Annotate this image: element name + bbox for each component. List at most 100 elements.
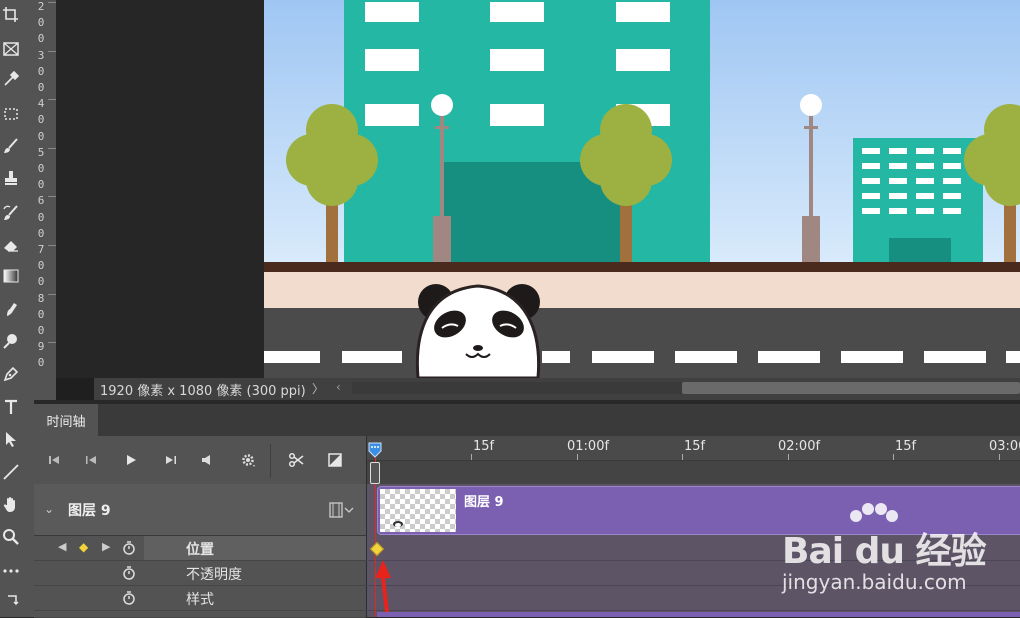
history-brush-icon[interactable]	[0, 200, 22, 226]
ruler-number: 0	[37, 324, 45, 337]
settings-gear-icon[interactable]	[237, 450, 259, 470]
line-icon[interactable]	[0, 459, 22, 485]
pen-icon[interactable]	[0, 361, 22, 387]
work-area-start-handle[interactable]	[370, 462, 380, 484]
scroll-left-arrow[interactable]: ‹	[336, 380, 341, 394]
horizontal-scrollbar[interactable]	[352, 382, 1020, 394]
watermark-url: jingyan.baidu.com	[782, 570, 967, 594]
tick-mark	[471, 454, 472, 460]
next-frame-icon[interactable]	[160, 450, 182, 470]
property-label: 样式	[186, 592, 214, 608]
ruler-number: 0	[37, 259, 45, 273]
timeline-ruler[interactable]: 15f 01:00f 15f 02:00f 15f 03:00	[366, 436, 1020, 484]
time-scale[interactable]: 15f 01:00f 15f 02:00f 15f 03:00	[367, 436, 1020, 461]
marquee-icon[interactable]	[0, 101, 22, 127]
zoom-icon[interactable]	[0, 524, 22, 550]
ruler-number: 6	[37, 194, 45, 208]
ruler-number: 0	[37, 307, 45, 321]
tick-label: 15f	[473, 439, 495, 454]
ruler-tick	[48, 293, 56, 295]
property-row-style[interactable]: 样式	[34, 586, 366, 611]
ruler-tick	[48, 50, 56, 52]
status-menu-arrow[interactable]: 〉	[312, 380, 324, 397]
split-scissors-icon[interactable]	[284, 450, 308, 470]
controls-divider	[270, 444, 271, 478]
path-select-icon[interactable]	[0, 426, 22, 452]
property-label: 位置	[186, 542, 214, 558]
property-label: 不透明度	[186, 567, 242, 583]
tab-timeline[interactable]: 时间轴	[34, 404, 98, 436]
brush-icon[interactable]	[0, 133, 22, 159]
crop-icon[interactable]	[0, 2, 22, 28]
baidu-watermark: Bai du 经验 jingyan.baidu.com	[782, 502, 1018, 598]
ruler-number: 0	[37, 162, 45, 175]
swap-icon[interactable]	[2, 588, 24, 614]
ruler-number: 4	[37, 97, 45, 111]
playhead-handle-icon[interactable]	[368, 442, 382, 458]
previous-frame-icon[interactable]	[80, 450, 102, 470]
ruler-number: 5	[37, 145, 45, 159]
more-icon[interactable]	[0, 558, 22, 584]
next-clip[interactable]	[377, 612, 1020, 617]
property-row-opacity[interactable]: 不透明度	[34, 561, 366, 586]
property-row-position[interactable]: ◀ ◆ ▶ 位置	[34, 536, 366, 561]
ruler-tick	[48, 99, 56, 101]
gradient-icon[interactable]	[0, 263, 22, 289]
tick-mark	[788, 454, 789, 460]
stamp-icon[interactable]	[0, 165, 22, 191]
ruler-tick	[48, 196, 56, 198]
tick-label: 03:00	[989, 439, 1020, 454]
zoom-field[interactable]	[56, 378, 94, 400]
tools-panel	[0, 0, 35, 617]
tick-mark	[577, 454, 578, 460]
ruler-number: 0	[37, 226, 45, 240]
ruler-number: 0	[37, 16, 45, 30]
ruler-number: 0	[37, 113, 45, 127]
canvas-artwork	[264, 0, 1020, 378]
smudge-icon[interactable]	[0, 296, 22, 322]
ruler-tick	[48, 147, 56, 149]
frame-icon[interactable]	[0, 36, 22, 62]
stopwatch-icon[interactable]	[121, 565, 137, 581]
scrollbar-thumb[interactable]	[682, 382, 1020, 394]
ruler-number: 0	[37, 81, 45, 94]
ruler-tick	[48, 245, 56, 246]
ruler-number: 0	[37, 356, 45, 370]
ruler-number: 7	[37, 243, 45, 256]
go-to-first-frame-icon[interactable]	[43, 450, 65, 470]
ruler-number: 9	[37, 340, 45, 354]
eraser-icon[interactable]	[0, 232, 22, 258]
film-strip-icon[interactable]	[329, 501, 355, 519]
ruler-number: 0	[37, 129, 45, 143]
tick-mark	[682, 454, 683, 460]
pasteboard	[56, 0, 264, 378]
stopwatch-icon[interactable]	[121, 590, 137, 606]
transport-controls	[34, 436, 366, 485]
prev-keyframe-icon[interactable]: ◀	[58, 540, 66, 553]
annotation-arrow-icon	[372, 556, 396, 612]
eyedropper-icon[interactable]	[0, 66, 22, 92]
collapse-chevron-icon[interactable]: ⌄	[44, 502, 54, 516]
hand-icon[interactable]	[0, 491, 22, 517]
layer-row[interactable]: ⌄ 图层 9	[34, 484, 366, 536]
ruler-number: 8	[37, 291, 45, 305]
vertical-ruler: 2 0 0 3 0 0 4 0 0 5 0 0 6 0 0 7 0 0 8 0 0 9 0	[34, 0, 57, 400]
transition-icon[interactable]	[324, 450, 346, 470]
audio-icon[interactable]	[196, 450, 218, 470]
stopwatch-icon[interactable]	[121, 540, 137, 556]
next-keyframe-icon[interactable]: ▶	[102, 540, 110, 553]
document-info[interactable]: 1920 像素 x 1080 像素 (300 ppi)	[100, 380, 306, 399]
tick-label: 02:00f	[778, 439, 821, 454]
ruler-number: 0	[37, 178, 45, 192]
type-icon[interactable]	[0, 394, 22, 420]
dodge-icon[interactable]	[0, 328, 22, 354]
keyframe-diamond-icon[interactable]: ◆	[79, 540, 88, 554]
watermark-logo: Bai du 经验	[782, 531, 987, 572]
ruler-number: 0	[37, 32, 45, 46]
tick-mark	[999, 454, 1000, 460]
document-canvas[interactable]	[264, 0, 1020, 378]
layer-name: 图层 9	[68, 503, 111, 519]
ruler-number: 3	[37, 48, 45, 62]
play-icon[interactable]	[120, 450, 142, 470]
property-highlight	[144, 536, 366, 560]
